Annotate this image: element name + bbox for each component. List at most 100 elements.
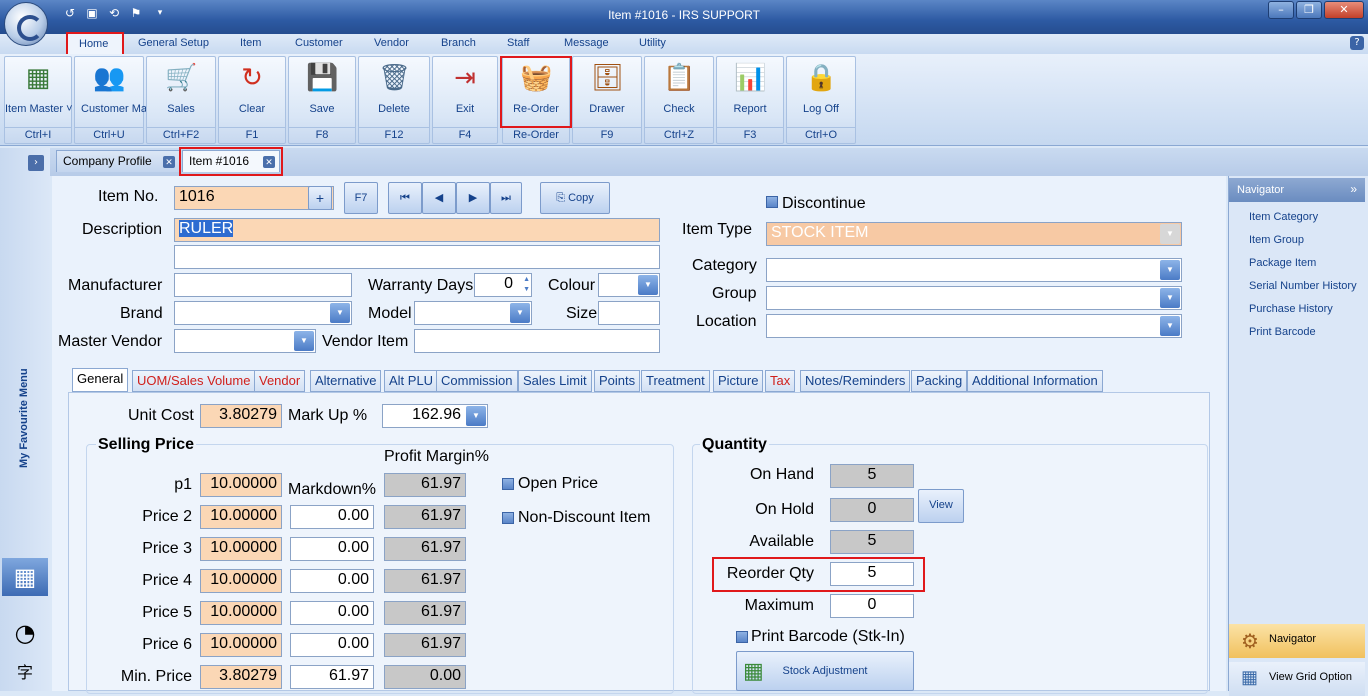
- close-tab-icon[interactable]: ✕: [163, 156, 175, 168]
- tab-alternative[interactable]: Alternative: [310, 370, 381, 392]
- tab-picture[interactable]: Picture: [713, 370, 763, 392]
- chevron-down-icon[interactable]: ▼: [638, 275, 658, 295]
- restore-button[interactable]: ❐: [1296, 1, 1322, 19]
- menu-general-setup[interactable]: General Setup: [138, 37, 209, 49]
- favourite-blocks-icon[interactable]: ▦: [2, 558, 48, 596]
- markup-field[interactable]: 162.96▼: [382, 404, 488, 428]
- tab-company-profile[interactable]: Company Profile ✕: [56, 150, 180, 172]
- price-p1-field[interactable]: 10.00000: [200, 473, 282, 497]
- nav-item-category[interactable]: Item Category: [1249, 211, 1318, 223]
- tab-packing[interactable]: Packing: [911, 370, 967, 392]
- group-select[interactable]: ▼: [766, 286, 1182, 310]
- log-off-button[interactable]: 🔒 Log Off Ctrl+O: [786, 56, 856, 144]
- warranty-days-stepper[interactable]: 0▲▼: [474, 273, 532, 297]
- menu-item[interactable]: Item: [240, 37, 261, 49]
- size-field[interactable]: [598, 301, 660, 325]
- tab-uom-sales-volume[interactable]: UOM/Sales Volume: [132, 370, 255, 392]
- nav-package-item[interactable]: Package Item: [1249, 257, 1316, 269]
- close-button[interactable]: ✕: [1324, 1, 1364, 19]
- sales-button[interactable]: 🛒 Sales Ctrl+F2: [146, 56, 216, 144]
- reorder-qty-field[interactable]: 5: [830, 562, 914, 586]
- first-record-button[interactable]: ⏮: [388, 182, 422, 214]
- tab-alt-plu[interactable]: Alt PLU: [384, 370, 438, 392]
- open-price-checkbox[interactable]: [502, 478, 514, 490]
- chevron-down-icon[interactable]: ▼: [294, 331, 314, 351]
- price-4-field[interactable]: 10.00000: [200, 569, 282, 593]
- markdown-3-field[interactable]: 0.00: [290, 537, 374, 561]
- exit-button[interactable]: ⇥ Exit F4: [432, 56, 498, 144]
- favourite-menu-title[interactable]: My Favourite Menu: [18, 368, 30, 468]
- colour-select[interactable]: ▼: [598, 273, 660, 297]
- copy-button[interactable]: ⎘ Copy: [540, 182, 610, 214]
- category-select[interactable]: ▼: [766, 258, 1182, 282]
- last-record-button[interactable]: ⏭: [490, 182, 522, 214]
- description-field[interactable]: RULER: [174, 218, 660, 242]
- collapse-icon[interactable]: »: [1350, 182, 1357, 196]
- menu-utility[interactable]: Utility: [639, 37, 666, 49]
- price-2-field[interactable]: 10.00000: [200, 505, 282, 529]
- tab-points[interactable]: Points: [594, 370, 640, 392]
- print-barcode-checkbox[interactable]: [736, 631, 748, 643]
- nav-purchase-history[interactable]: Purchase History: [1249, 303, 1333, 315]
- f7-button[interactable]: F7: [344, 182, 378, 214]
- menu-vendor[interactable]: Vendor: [374, 37, 409, 49]
- markdown-6-field[interactable]: 0.00: [290, 633, 374, 657]
- location-select[interactable]: ▼: [766, 314, 1182, 338]
- delete-button[interactable]: 🗑 Delete F12: [358, 56, 430, 144]
- chevron-down-icon[interactable]: ▼: [1160, 224, 1180, 244]
- expand-panel-icon[interactable]: ›: [28, 155, 44, 171]
- save-button[interactable]: 💾 Save F8: [288, 56, 356, 144]
- tab-commission[interactable]: Commission: [436, 370, 518, 392]
- tab-general[interactable]: General: [72, 368, 128, 392]
- minimize-button[interactable]: –: [1268, 1, 1294, 19]
- report-button[interactable]: 📊 Report F3: [716, 56, 784, 144]
- nav-serial-number-history[interactable]: Serial Number History: [1249, 280, 1357, 292]
- language-icon[interactable]: 字: [2, 654, 48, 692]
- chevron-down-icon[interactable]: ▼: [1160, 260, 1180, 280]
- menu-message[interactable]: Message: [564, 37, 609, 49]
- chevron-down-icon[interactable]: ▼: [1160, 316, 1180, 336]
- tab-sales-limit[interactable]: Sales Limit: [518, 370, 592, 392]
- non-discount-checkbox[interactable]: [502, 512, 514, 524]
- close-tab-icon[interactable]: ✕: [263, 156, 275, 168]
- tab-treatment[interactable]: Treatment: [641, 370, 710, 392]
- chart-fan-icon[interactable]: ◔: [2, 614, 48, 652]
- chevron-down-icon[interactable]: ▼: [466, 406, 486, 426]
- view-button[interactable]: View: [918, 489, 964, 523]
- markdown-4-field[interactable]: 0.00: [290, 569, 374, 593]
- navigator-button[interactable]: ⚙ Navigator: [1229, 624, 1365, 658]
- discontinue-checkbox[interactable]: [766, 196, 778, 208]
- chevron-down-icon[interactable]: ▼: [1160, 288, 1180, 308]
- min-price-field[interactable]: 3.80279: [200, 665, 282, 689]
- item-no-plus-button[interactable]: +: [308, 186, 332, 210]
- min-price-markdown-field[interactable]: 61.97: [290, 665, 374, 689]
- tab-vendor[interactable]: Vendor: [254, 370, 305, 392]
- menu-branch[interactable]: Branch: [441, 37, 476, 49]
- nav-item-group[interactable]: Item Group: [1249, 234, 1304, 246]
- description-line2-field[interactable]: [174, 245, 660, 269]
- price-6-field[interactable]: 10.00000: [200, 633, 282, 657]
- chevron-down-icon[interactable]: ▼: [510, 303, 530, 323]
- next-record-button[interactable]: ▶: [456, 182, 490, 214]
- item-master-button[interactable]: ▦ Item Master ˅ Ctrl+I: [4, 56, 72, 144]
- tab-tax[interactable]: Tax: [765, 370, 795, 392]
- customer-master-button[interactable]: 👥 Customer Master ˅ Ctrl+U: [74, 56, 144, 144]
- master-vendor-select[interactable]: ▼: [174, 329, 316, 353]
- stepper-arrows-icon[interactable]: ▲▼: [518, 275, 530, 295]
- stock-adjustment-button[interactable]: ▦ Stock Adjustment: [736, 651, 914, 691]
- reorder-button[interactable]: 🧺 Re-Order Re-Order: [502, 56, 570, 144]
- model-select[interactable]: ▼: [414, 301, 532, 325]
- vendor-item-field[interactable]: [414, 329, 660, 353]
- unit-cost-field[interactable]: 3.80279: [200, 404, 282, 428]
- price-5-field[interactable]: 10.00000: [200, 601, 282, 625]
- app-menu-button[interactable]: [4, 2, 48, 46]
- menu-staff[interactable]: Staff: [507, 37, 529, 49]
- markdown-5-field[interactable]: 0.00: [290, 601, 374, 625]
- brand-select[interactable]: ▼: [174, 301, 352, 325]
- item-type-select[interactable]: STOCK ITEM▼: [766, 222, 1182, 246]
- drawer-button[interactable]: 🗄 Drawer F9: [572, 56, 642, 144]
- manufacturer-field[interactable]: [174, 273, 352, 297]
- previous-record-button[interactable]: ◀: [422, 182, 456, 214]
- check-button[interactable]: 📋 Check Ctrl+Z: [644, 56, 714, 144]
- chevron-down-icon[interactable]: ▼: [330, 303, 350, 323]
